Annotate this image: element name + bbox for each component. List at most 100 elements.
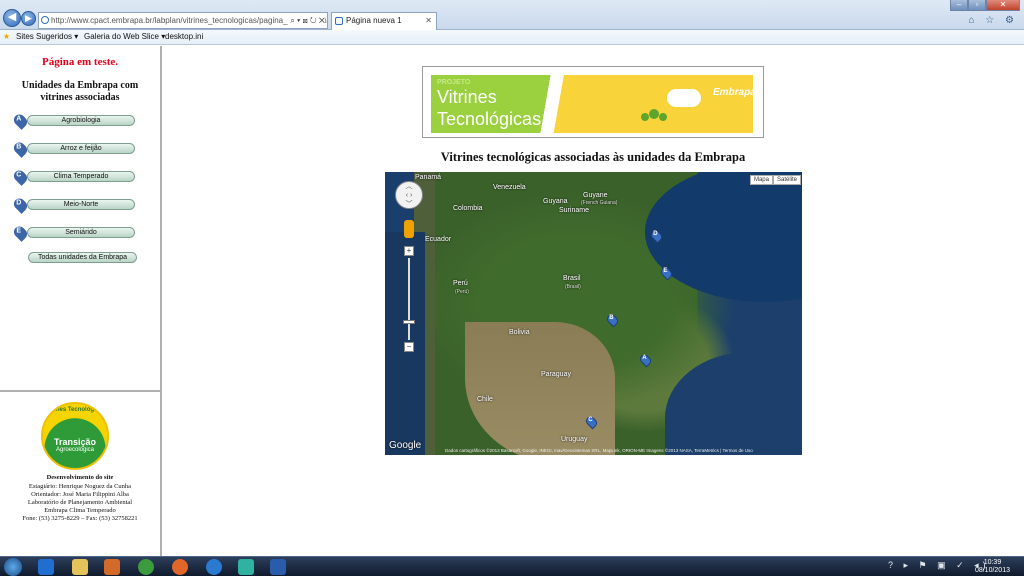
internet-explorer-icon[interactable] [38,559,54,575]
map-label-ecuador: Ecuador [425,236,452,243]
logo-line2: Agroecológica [55,447,95,453]
firefox-icon[interactable] [172,559,188,575]
google-logo: Google [389,440,422,451]
embrapa-logo: Embrapa [713,87,756,98]
tree-icon [649,109,659,119]
word-icon[interactable] [270,559,286,575]
units-heading: Unidades da Embrapa com vitrines associa… [21,80,139,103]
maximize-button[interactable]: ▫ [968,0,986,11]
satellite-map[interactable]: Panamá Venezuela Guyane (French Guiana) … [385,172,802,455]
clock[interactable]: 10:39 08/10/2013 [975,559,1010,575]
logo-line1: Transição [53,437,97,447]
cloud-icon [667,89,701,107]
browser-toolbar: ◀ ▶ http://www.cpact.embrapa.br/labplan/… [0,0,1024,30]
map-label-suriname: Suriname [559,207,589,214]
unit-row-d: D Meio-Norte [11,196,140,214]
map-attribution: Dados cartográficos ©2013 Basarsoft, Goo… [445,448,753,453]
map-label-venezuela: Venezuela [493,184,526,191]
street-view-pegman-icon[interactable] [404,220,414,238]
map-label-guyane: Guyane [583,192,608,199]
tab-close-icon[interactable]: ✕ [425,13,432,29]
home-favorites-tools-icons[interactable]: ⌂ ☆ ⚙ [968,15,1018,26]
start-button[interactable] [4,558,22,576]
banner-title-line1: Vitrines [437,87,497,107]
unit-button-clima-temperado[interactable]: Clima Temperado [27,171,135,182]
map-label-guyana: Guyana [543,198,568,205]
tree-icon [659,113,667,121]
globe-icon[interactable] [206,559,222,575]
map-label-uruguay: Uruguay [561,436,588,443]
pan-left-right-icon[interactable]: ‹ › [396,191,422,200]
pan-control[interactable]: ︿ ‹ › ﹀ [395,181,423,209]
clock-time: 10:39 [983,559,1002,566]
credits-title: Desenvolvimento do site [46,474,114,481]
tree-icon [641,113,649,121]
unit-button-meio-norte[interactable]: Meio-Norte [27,199,135,210]
address-text: http://www.cpact.embrapa.br/labplan/vitr… [51,16,328,25]
atlantic-ocean [665,352,802,455]
pan-down-icon[interactable]: ﹀ [396,200,422,209]
map-label-peru: Perú [453,280,468,287]
zoom-in-button[interactable]: + [404,246,414,256]
clock-date: 08/10/2013 [974,567,1010,574]
address-tools-icons[interactable]: ⌕ ▾ ⊠ ↻ ✕ [288,13,325,28]
unit-button-arroz-feijao[interactable]: Arroz e feijão [27,143,135,154]
map-pin-b[interactable]: B [605,312,620,328]
unit-row-b: B Arroz e feijão [11,140,140,158]
file-explorer-icon[interactable] [72,559,88,575]
unit-button-agrobiologia[interactable]: Agrobiologia [27,115,135,126]
map-pin-e[interactable]: E [659,265,674,281]
forward-button[interactable]: ▶ [21,11,36,26]
map-sublabel-brasil: (Brasil) [565,284,581,290]
pan-up-icon[interactable]: ︿ [396,182,422,191]
credits-line: Estagiário: Henrique Noguez da Cunha [28,483,132,490]
zoom-slider-track[interactable] [408,258,410,340]
credits-line: Fone: (53) 3275-8229 – Fax: (53) 3275822… [22,515,138,522]
close-window-button[interactable]: ✕ [986,0,1020,11]
tab-active[interactable]: Página nueva 1 ✕ [331,12,437,30]
map-sublabel-french-guiana: (French Guiana) [581,200,618,206]
zoom-out-button[interactable]: − [404,342,414,352]
favorites-star-icon[interactable]: ★ [3,30,10,44]
zoom-slider-thumb[interactable] [403,320,415,324]
windows-taskbar: ? ▸ ⚑ ▣ ✓ ◂) 10:39 08/10/2013 [0,556,1024,576]
map-type-mapa-button[interactable]: Mapa [749,175,773,185]
unit-row-e: E Semiárido [11,224,140,242]
browser-window: ◀ ▶ http://www.cpact.embrapa.br/labplan/… [0,0,1024,556]
web-page: Página em teste. Unidades da Embrapa com… [0,46,1024,556]
southern-land [465,322,615,455]
app-icon[interactable] [238,559,254,575]
favorites-bar: ★ Sites Sugeridos ▾ Galeria do Web Slice… [0,30,1024,45]
sidebar-units-panel: Página em teste. Unidades da Embrapa com… [0,46,160,392]
map-sublabel-peru: (Perú) [455,289,469,295]
banner-projeto-label: PROJETO [437,79,471,86]
unit-button-semiarido[interactable]: Semiárido [27,227,135,238]
back-arrow-icon: ◀ [7,11,17,23]
favorites-item-sites-sugeridos[interactable]: Sites Sugeridos ▾ [16,30,78,44]
map-label-bolivia: Bolivia [509,329,530,336]
test-heading: Página em teste. [41,56,119,68]
map-label-brasil: Brasil [563,275,581,282]
map-type-satelite-button[interactable]: Satélite [772,175,801,185]
map-pin-a[interactable]: A [638,352,653,368]
favorites-item-galeria-web-slice[interactable]: Galeria do Web Slice ▾ [84,30,165,44]
window-controls: – ▫ ✕ [950,0,1020,11]
site-credits: Desenvolvimento do site Estagiário: Henr… [0,474,160,523]
credits-line: Laboratório de Planejamento Ambiental [27,499,133,506]
map-pin-d[interactable]: D [649,228,664,244]
favorites-item-desktop-ini[interactable]: desktop.ini [165,30,203,44]
minimize-button[interactable]: – [950,0,968,11]
map-label-panama: Panamá [415,174,442,181]
media-player-icon[interactable] [104,559,120,575]
page-title: Vitrines tecnológicas associadas às unid… [440,150,746,164]
logo-arc-text: Vitrines Tecnológicas [44,407,106,413]
unit-row-a: A Agrobiologia [11,112,140,130]
all-units-button[interactable]: Todas unidades da Embrapa [28,252,137,263]
credits-line: Embrapa Clima Temperado [44,507,116,514]
map-label-paraguay: Paraguay [541,371,571,378]
tab-favicon-icon [335,17,343,25]
transicao-agroecologica-logo: Vitrines Tecnológicas Transição Agroecol… [41,402,109,470]
back-button[interactable]: ◀ [3,9,21,27]
address-bar[interactable]: http://www.cpact.embrapa.br/labplan/vitr… [38,12,328,29]
chrome-icon[interactable] [138,559,154,575]
